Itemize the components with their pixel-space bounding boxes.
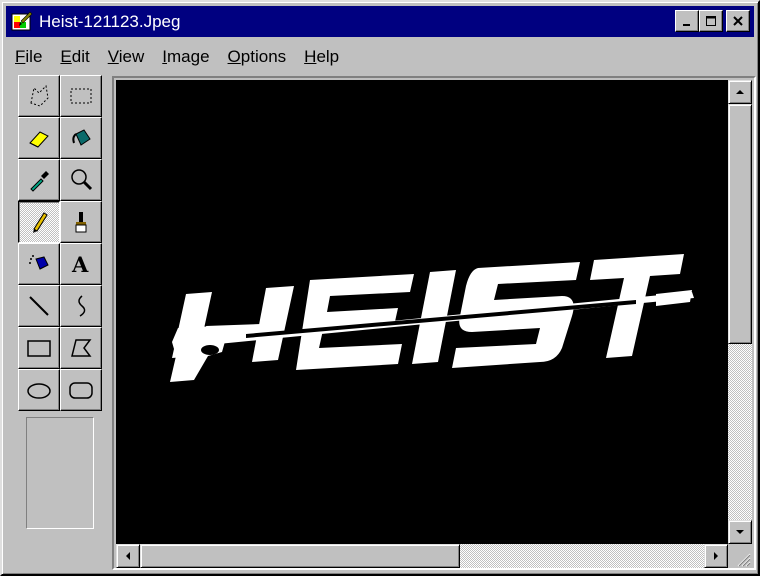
arrow-right-icon xyxy=(714,552,718,560)
arrow-up-icon xyxy=(736,90,744,94)
tool-rounded-rect[interactable] xyxy=(60,369,102,411)
tool-magnifier[interactable] xyxy=(60,159,102,201)
tool-rectangle[interactable] xyxy=(18,327,60,369)
color-picker-icon xyxy=(30,171,49,192)
text-icon: A xyxy=(71,252,89,277)
fill-bucket-icon xyxy=(72,129,91,146)
horizontal-scroll-thumb[interactable] xyxy=(140,544,460,568)
minimize-icon xyxy=(683,24,690,26)
menu-edit[interactable]: Edit xyxy=(51,47,98,67)
arrow-down-icon xyxy=(736,530,744,534)
close-icon xyxy=(733,16,743,26)
tool-fill[interactable] xyxy=(60,117,102,159)
resize-grip-icon xyxy=(737,553,751,567)
menu-image[interactable]: Image xyxy=(153,47,218,67)
scroll-up-button[interactable] xyxy=(728,80,752,104)
eraser-icon xyxy=(29,131,49,148)
ellipse-icon xyxy=(27,383,51,399)
pencil-icon xyxy=(33,212,48,233)
tool-options-box[interactable] xyxy=(26,417,94,529)
menu-bar: File Edit View Image Options Help xyxy=(6,40,754,74)
minimize-button[interactable] xyxy=(675,10,699,32)
curve-icon xyxy=(78,295,86,317)
svg-text:A: A xyxy=(71,252,89,277)
tool-free-form-select[interactable] xyxy=(18,75,60,117)
toolbox: A xyxy=(16,75,104,411)
rectangle-icon xyxy=(27,340,51,357)
tool-pencil[interactable] xyxy=(18,201,60,243)
airbrush-icon xyxy=(29,255,49,270)
window-title: Heist-121123.Jpeg xyxy=(39,11,181,31)
title-bar[interactable]: Heist-121123.Jpeg xyxy=(6,6,754,37)
paintbrush-app-icon xyxy=(11,11,33,30)
arrow-left-icon xyxy=(126,552,130,560)
close-button[interactable] xyxy=(726,10,750,32)
scroll-right-button[interactable] xyxy=(704,544,728,568)
polygon-icon xyxy=(71,339,92,357)
menu-view[interactable]: View xyxy=(99,47,154,67)
line-icon xyxy=(29,296,49,316)
menu-options[interactable]: Options xyxy=(219,47,296,67)
rounded-rect-icon xyxy=(69,382,93,399)
tool-color-picker[interactable] xyxy=(18,159,60,201)
tool-rect-select[interactable] xyxy=(60,75,102,117)
rect-select-icon xyxy=(70,88,92,104)
maximize-button[interactable] xyxy=(699,10,723,32)
free-form-select-icon xyxy=(30,84,49,107)
brush-icon xyxy=(75,212,87,233)
paint-window: Heist-121123.Jpeg File Edit View Image O… xyxy=(0,0,760,576)
tool-brush[interactable] xyxy=(60,201,102,243)
magnifier-icon xyxy=(71,169,93,191)
menu-file[interactable]: File xyxy=(6,47,51,67)
menu-help[interactable]: Help xyxy=(295,47,348,67)
tool-curve[interactable] xyxy=(60,285,102,327)
scroll-down-button[interactable] xyxy=(728,520,752,544)
tool-line[interactable] xyxy=(18,285,60,327)
image-canvas[interactable] xyxy=(116,80,728,544)
tool-ellipse[interactable] xyxy=(18,369,60,411)
horizontal-scrollbar[interactable] xyxy=(116,544,728,568)
vertical-scrollbar[interactable] xyxy=(728,80,752,544)
tool-text[interactable]: A xyxy=(60,243,102,285)
vertical-scroll-thumb[interactable] xyxy=(728,104,752,344)
maximize-icon xyxy=(706,16,716,26)
tool-eraser[interactable] xyxy=(18,117,60,159)
tool-airbrush[interactable] xyxy=(18,243,60,285)
scroll-left-button[interactable] xyxy=(116,544,140,568)
resize-grip[interactable] xyxy=(728,544,752,568)
heist-logo-image xyxy=(170,254,694,382)
tool-polygon[interactable] xyxy=(60,327,102,369)
